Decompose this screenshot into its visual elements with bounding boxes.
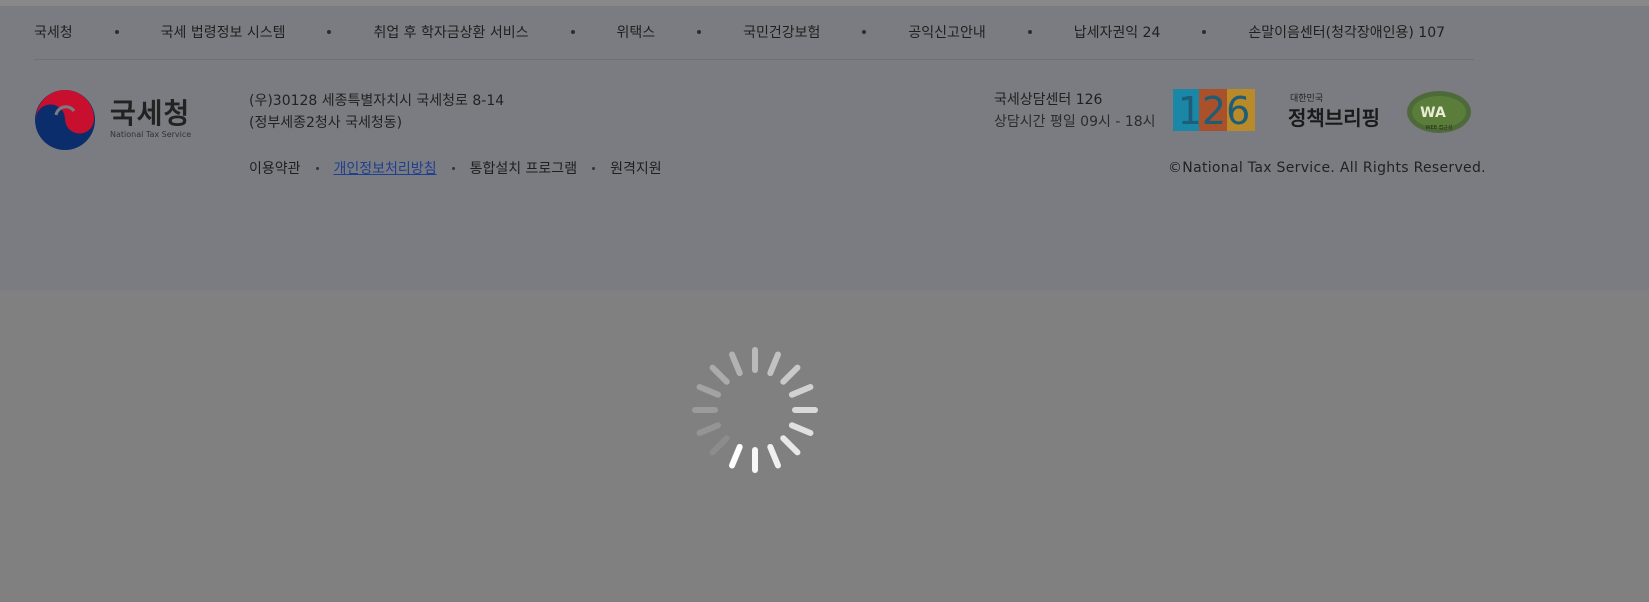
family-site-nts[interactable]: 국세청 [34,22,73,42]
logo-wordmark: 국세청 [110,97,191,130]
spinner-bar [788,384,814,398]
address-line-1: (우)30128 세종특별자치시 국세청로 8-14 [249,93,505,109]
briefing-main-text: 정책브리핑 [1288,106,1380,130]
spinner-bar [729,351,743,377]
spinner-bar [709,435,730,456]
wa-mark-text: WA [1420,105,1446,121]
nts-logo[interactable]: 국세청 National Tax Service [34,89,194,151]
policy-briefing-logo-icon: 대한민국 정책브리핑 [1288,93,1380,130]
separator-dot [570,30,575,34]
spinner-bar [696,384,722,398]
briefing-small-text: 대한민국 [1290,93,1323,104]
separator-dot [592,166,596,170]
call-center-info: 국세상담센터 126 상담시간 평일 09시 - 18시 [994,89,1156,133]
separator-dot [451,166,455,170]
family-site-health-insurance[interactable]: 국민건강보험 [743,22,820,42]
family-site-relay-center[interactable]: 손말이음센터(청각장애인용) 107 [1248,22,1445,42]
policy-briefing-badge[interactable]: 대한민국 정책브리핑 [1288,91,1383,131]
wa-certification-icon: WA WEB 접근성 [1407,91,1471,133]
separator-dot [1202,30,1207,34]
badge-126-text: 126 [1178,89,1251,131]
spinner-bars [692,347,818,473]
site-footer: 국세청 국세 법령정보 시스템 취업 후 학자금상환 서비스 위택스 국민건강보… [0,0,1649,290]
taegeuk-emblem-icon [35,90,95,150]
spinner-bar [780,364,801,385]
spinner-bar [696,422,722,436]
web-accessibility-mark[interactable]: WA WEB 접근성 [1403,88,1475,136]
family-site-law-info[interactable]: 국세 법령정보 시스템 [161,22,286,42]
privacy-policy-link[interactable]: 개인정보처리방침 [334,158,437,178]
footer-divider [34,59,1474,60]
address-block: (우)30128 세종특별자치시 국세청로 8-14 (정부세종2청사 국세청동… [249,90,504,134]
call-center-126-badge[interactable]: 126 [1173,89,1255,133]
separator-dot [697,30,702,34]
copyright-text: ©National Tax Service. All Rights Reserv… [1168,160,1486,176]
policy-links: 이용약관 개인정보처리방침 통합설치 프로그램 원격지원 [249,158,662,178]
family-site-public-report[interactable]: 공익신고안내 [908,22,985,42]
spinner-bar [767,351,781,377]
call-center-title: 국세상담센터 126 [994,92,1103,108]
wa-caption-text: WEB 접근성 [1426,124,1453,131]
badge-126-icon: 126 [1173,89,1255,133]
spinner-bar [767,443,781,469]
address-line-2: (정부세종2청사 국세청동) [249,115,403,131]
call-center-hours: 상담시간 평일 09시 - 18시 [994,114,1156,130]
family-site-student-loan[interactable]: 취업 후 학자금상환 서비스 [373,22,528,42]
loading-spinner-icon [692,347,818,473]
spinner-bar [729,443,743,469]
logo-subtitle: National Tax Service [110,130,192,139]
top-strip [0,0,1649,6]
separator-dot [327,30,332,34]
family-site-taxpayer-rights[interactable]: 납세자권익 24 [1074,22,1161,42]
separator-dot [114,30,119,34]
separator-dot [315,166,319,170]
spinner-bar [709,364,730,385]
terms-link[interactable]: 이용약관 [249,158,301,178]
family-sites-bar: 국세청 국세 법령정보 시스템 취업 후 학자금상환 서비스 위택스 국민건강보… [34,22,1445,42]
separator-dot [1027,30,1032,34]
separator-dot [862,30,867,34]
spinner-bar [788,422,814,436]
remote-support-link[interactable]: 원격지원 [610,158,662,178]
spinner-bar [780,435,801,456]
family-site-wetax[interactable]: 위택스 [617,22,656,42]
install-program-link[interactable]: 통합설치 프로그램 [470,158,578,178]
